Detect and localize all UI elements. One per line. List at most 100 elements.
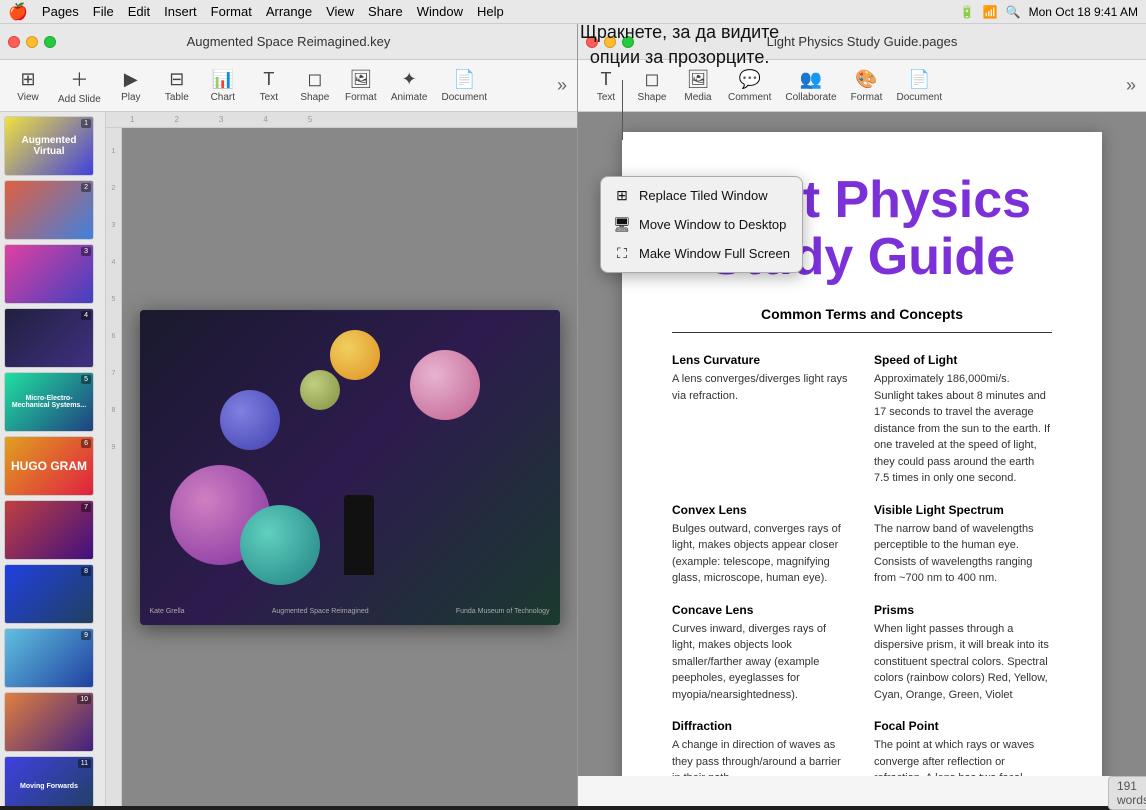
horizontal-ruler: 1 2 3 4 5	[106, 112, 577, 128]
context-menu: ⊞ Replace Tiled Window 🖥 Move Window to …	[600, 176, 803, 273]
maximize-button[interactable]	[44, 36, 56, 48]
keynote-toolbar: ⊞ View ＋ Add Slide ▶ Play ⊟ Table 📊 Char…	[0, 60, 577, 112]
pages-window: Light Physics Study Guide.pages T Text ◻…	[578, 24, 1146, 806]
pages-title: Light Physics Study Guide.pages	[767, 34, 958, 49]
term-spectrum-title: Visible Light Spectrum	[874, 503, 1052, 517]
pages-toolbar-more[interactable]: »	[1122, 71, 1140, 100]
pages-toolbar-collaborate[interactable]: 👥 Collaborate	[779, 65, 842, 107]
slide-11-label: Moving Forwards	[20, 783, 78, 790]
format-left-label: Format	[345, 92, 377, 103]
shape-icon: ◻	[307, 69, 322, 90]
slide-thumb-7[interactable]: 7	[4, 500, 94, 560]
chart-icon: 📊	[212, 69, 234, 90]
term-lens-curvature: Lens Curvature A lens converges/diverges…	[672, 353, 850, 487]
toolbar-chart[interactable]: 📊 Chart	[201, 65, 245, 107]
doc-terms-grid: Lens Curvature A lens converges/diverges…	[672, 353, 1052, 776]
menu-replace-tiled[interactable]: ⊞ Replace Tiled Window	[601, 181, 802, 210]
view-icon: ⊞	[20, 69, 35, 90]
pages-toolbar-format[interactable]: 🎨 Format	[845, 65, 889, 107]
term-focal-def: The point at which rays or waves converg…	[874, 737, 1052, 776]
slide-thumb-4[interactable]: 4	[4, 308, 94, 368]
sphere-purple	[220, 390, 280, 450]
sphere-pink	[410, 350, 480, 420]
menu-edit[interactable]: Edit	[128, 4, 150, 19]
text-label: Text	[260, 92, 278, 103]
toolbar-format-left[interactable]: 🖼 Format	[339, 65, 383, 107]
menubar: 🍎 Pages File Edit Insert Format Arrange …	[0, 0, 1146, 24]
table-label: Table	[165, 92, 189, 103]
menu-share[interactable]: Share	[368, 4, 403, 19]
pages-toolbar-shape[interactable]: ◻ Shape	[630, 65, 674, 107]
menu-window[interactable]: Window	[417, 4, 463, 19]
menu-format[interactable]: Format	[211, 4, 252, 19]
add-slide-label: Add Slide	[58, 94, 101, 105]
toolbar-document-left[interactable]: 📄 Document	[436, 65, 494, 107]
toolbar-view[interactable]: ⊞ View	[6, 65, 50, 107]
slide-thumb-8[interactable]: 8	[4, 564, 94, 624]
slide-thumb-5[interactable]: 5 Micro-Electro-Mechanical Systems...	[4, 372, 94, 432]
menu-view[interactable]: View	[326, 4, 354, 19]
annotation-tooltip: Щракнете, за да видите опции за прозорци…	[580, 20, 779, 70]
doc-divider	[672, 332, 1052, 333]
pages-document-icon: 📄	[908, 69, 930, 90]
toolbar-add-slide[interactable]: ＋ Add Slide	[52, 62, 107, 109]
term-concave-def: Curves inward, diverges rays of light, m…	[672, 621, 850, 704]
menu-help[interactable]: Help	[477, 4, 504, 19]
menu-arrange[interactable]: Arrange	[266, 4, 312, 19]
term-prisms: Prisms When light passes through a dispe…	[874, 603, 1052, 704]
toolbar-more-btn[interactable]: »	[553, 71, 571, 100]
slide-thumb-10[interactable]: 10	[4, 692, 94, 752]
slide-num-3: 3	[81, 247, 91, 256]
slide-num-7: 7	[81, 503, 91, 512]
slide-thumb-3[interactable]: 3	[4, 244, 94, 304]
slide-thumb-2[interactable]: 2	[4, 180, 94, 240]
chart-label: Chart	[211, 92, 235, 103]
doc-subtitle: Common Terms and Concepts	[672, 306, 1052, 322]
slide-thumb-9[interactable]: 9	[4, 628, 94, 688]
keynote-titlebar: Augmented Space Reimagined.key	[0, 24, 577, 60]
pages-text-label: Text	[597, 92, 615, 103]
caption-right: Funda Museum of Technology	[456, 608, 550, 615]
pages-toolbar-media[interactable]: 🖼 Media	[676, 65, 720, 107]
term-visible-spectrum: Visible Light Spectrum The narrow band o…	[874, 503, 1052, 587]
slide-thumb-6[interactable]: 6 HUGO GRAM	[4, 436, 94, 496]
apple-menu[interactable]: 🍎	[8, 2, 28, 22]
slide-5-label: Micro-Electro-Mechanical Systems...	[9, 395, 89, 409]
pages-toolbar-document[interactable]: 📄 Document	[891, 65, 949, 107]
pages-collaborate-icon: 👥	[800, 69, 822, 90]
toolbar-shape[interactable]: ◻ Shape	[293, 65, 337, 107]
toolbar-text[interactable]: T Text	[247, 65, 291, 107]
menu-move-desktop[interactable]: 🖥 Move Window to Desktop	[601, 210, 802, 239]
term-convex-lens: Convex Lens Bulges outward, converges ra…	[672, 503, 850, 587]
pages-media-label: Media	[684, 92, 711, 103]
menu-fullscreen[interactable]: ⛶ Make Window Full Screen	[601, 239, 802, 268]
menu-file[interactable]: File	[93, 4, 114, 19]
slide-num-8: 8	[81, 567, 91, 576]
term-prisms-def: When light passes through a dispersive p…	[874, 621, 1052, 704]
document-left-icon: 📄	[453, 69, 475, 90]
slide-thumb-1[interactable]: 1 Augmented Virtual	[4, 116, 94, 176]
menu-insert[interactable]: Insert	[164, 4, 197, 19]
vertical-ruler: 1 2 3 4 5 6 7 8 9	[106, 128, 122, 806]
term-convex-def: Bulges outward, converges rays of light,…	[672, 521, 850, 587]
minimize-button[interactable]	[26, 36, 38, 48]
annotation-pointer	[622, 80, 623, 140]
slide-background: Kate Grella Augmented Space Reimagined F…	[140, 310, 560, 625]
term-lens-curvature-title: Lens Curvature	[672, 353, 850, 367]
toolbar-animate[interactable]: ✦ Animate	[385, 65, 434, 107]
slide-thumb-11[interactable]: 11 Moving Forwards	[4, 756, 94, 806]
pages-comment-label: Comment	[728, 92, 771, 103]
menu-pages[interactable]: Pages	[42, 4, 79, 19]
term-focal-point: Focal Point The point at which rays or w…	[874, 719, 1052, 776]
pages-shape-icon: ◻	[645, 69, 660, 90]
term-speed-title: Speed of Light	[874, 353, 1052, 367]
toolbar-play[interactable]: ▶ Play	[109, 65, 153, 107]
slide-num-6: 6	[81, 439, 91, 448]
word-count-badge[interactable]: 191 words ▾	[1108, 776, 1146, 810]
term-concave-lens: Concave Lens Curves inward, diverges ray…	[672, 603, 850, 704]
search-icon[interactable]: 🔍	[1006, 5, 1021, 19]
close-button[interactable]	[8, 36, 20, 48]
slide-num-9: 9	[81, 631, 91, 640]
toolbar-table[interactable]: ⊟ Table	[155, 65, 199, 107]
pages-toolbar-comment[interactable]: 💬 Comment	[722, 65, 777, 107]
